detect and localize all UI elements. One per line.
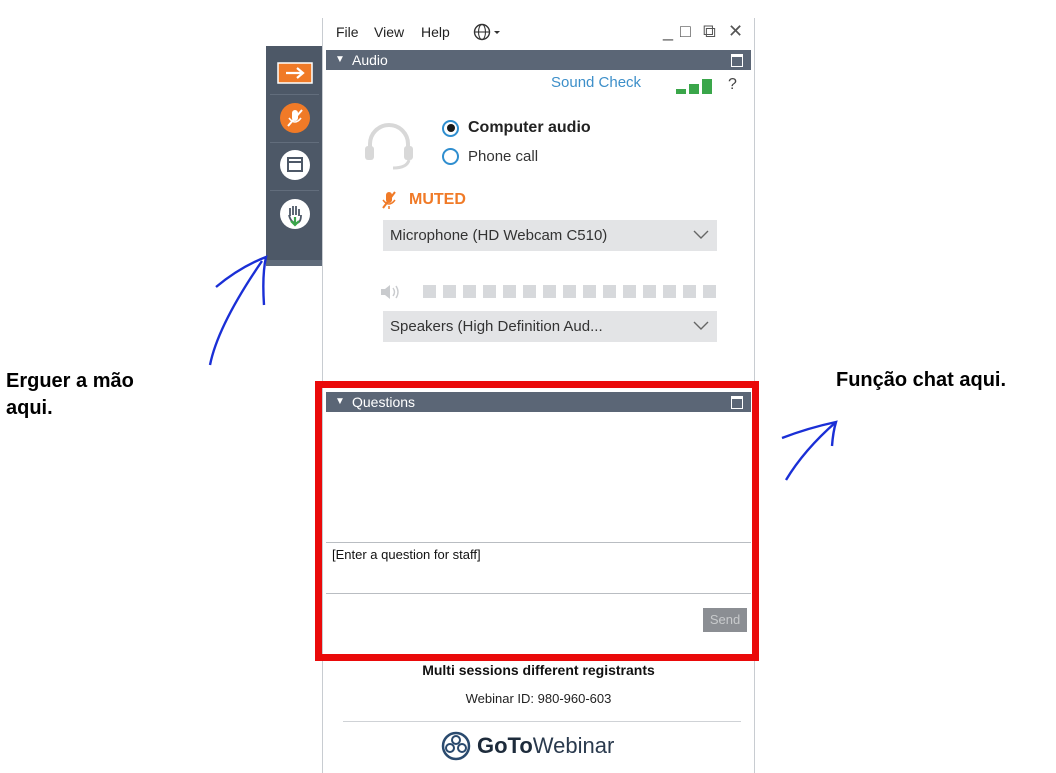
raise-hand-arrow <box>208 255 268 366</box>
webinar-id: Webinar ID: 980-960-603 <box>465 691 612 706</box>
restore-button[interactable]: □ <box>680 21 691 42</box>
gotowebinar-logo-icon <box>441 731 471 761</box>
minimize-button[interactable]: _ <box>663 21 673 42</box>
window-icon <box>280 150 310 180</box>
expand-arrow-button[interactable] <box>274 52 316 94</box>
toolbar-divider <box>270 94 319 95</box>
chevron-down-icon <box>693 220 709 251</box>
muted-label: MUTED <box>409 191 466 208</box>
send-button[interactable]: Send <box>703 608 747 632</box>
collapse-caret-icon: ▼ <box>335 396 345 407</box>
popout-section-icon[interactable] <box>731 396 743 409</box>
chat-arrow <box>781 420 838 481</box>
speaker-icon <box>381 285 399 299</box>
menu-help[interactable]: Help <box>421 24 450 40</box>
brand-goto: GoTo <box>477 733 533 758</box>
headset-icon <box>365 123 413 170</box>
signal-strength-icon <box>676 79 712 94</box>
audio-title: Audio <box>352 52 388 68</box>
side-toolbar <box>266 46 323 266</box>
radio-selected-icon <box>442 119 459 137</box>
menu-bar: File View Help _ □ ⧉ ✕ <box>323 18 754 48</box>
sound-check-link[interactable]: Sound Check <box>551 74 641 91</box>
audio-help-button[interactable]: ? <box>728 76 737 94</box>
phone-call-label: Phone call <box>468 148 539 165</box>
footer-divider <box>343 721 741 722</box>
microphone-select[interactable]: Microphone (HD Webcam C510) <box>383 220 717 251</box>
computer-audio-option[interactable]: Computer audio <box>442 119 591 137</box>
gotowebinar-logo: GoToWebinar <box>441 731 614 761</box>
radio-unselected-icon <box>442 148 459 165</box>
raise-hand-annotation-line1: Erguer a mão <box>6 370 134 392</box>
phone-call-option[interactable]: Phone call <box>442 148 538 165</box>
popout-section-icon[interactable] <box>731 54 743 67</box>
language-dropdown[interactable] <box>473 23 503 44</box>
question-input-placeholder: [Enter a question for staff] <box>332 547 481 562</box>
microphone-select-value: Microphone (HD Webcam C510) <box>390 227 608 244</box>
popout-button[interactable]: ⧉ <box>703 21 716 42</box>
close-button[interactable]: ✕ <box>728 21 743 42</box>
mute-toggle-button[interactable] <box>274 97 316 139</box>
question-input[interactable]: [Enter a question for staff] <box>326 542 751 594</box>
session-title: Multi sessions different registrants <box>422 662 655 678</box>
questions-section-header[interactable]: ▼ Questions <box>326 392 751 412</box>
arrow-right-icon <box>277 62 313 84</box>
speakers-select-value: Speakers (High Definition Aud... <box>390 318 603 335</box>
brand-webinar: Webinar <box>532 733 615 758</box>
speakers-select[interactable]: Speakers (High Definition Aud... <box>383 311 717 342</box>
menu-file[interactable]: File <box>336 24 359 40</box>
raise-hand-annotation-line2: aqui. <box>6 397 53 419</box>
globe-icon <box>473 23 500 41</box>
toolbar-divider <box>270 142 319 143</box>
computer-audio-label: Computer audio <box>468 119 591 136</box>
menu-view[interactable]: View <box>374 24 404 40</box>
screen-view-button[interactable] <box>274 144 316 186</box>
chevron-down-icon <box>693 311 709 342</box>
webinar-control-panel: File View Help _ □ ⧉ ✕ ▼ Audio Sound Che… <box>322 18 755 773</box>
raise-hand-icon <box>280 199 310 229</box>
mute-status: MUTED <box>381 190 466 210</box>
collapse-caret-icon: ▼ <box>335 54 345 65</box>
chat-annotation: Função chat aqui. <box>836 369 1007 391</box>
questions-log: [Enter a question for staff] Send <box>326 418 751 648</box>
microphone-muted-icon <box>280 103 310 133</box>
microphone-muted-icon <box>382 191 396 209</box>
raise-hand-button[interactable] <box>274 193 316 235</box>
audio-section-header[interactable]: ▼ Audio <box>326 50 751 70</box>
questions-title: Questions <box>352 394 416 410</box>
toolbar-divider <box>270 190 319 191</box>
